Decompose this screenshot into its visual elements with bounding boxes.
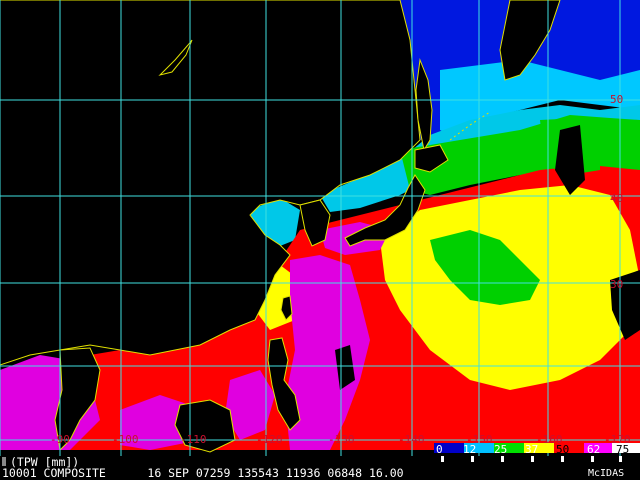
legend-label-37: 37 [525, 443, 539, 456]
image-caption-bar: (TPW [mm]) 10001 COMPOSITE 16 SEP 07259 … [0, 456, 640, 480]
lat-label-30: 30 [610, 278, 624, 291]
caption-marker [2, 457, 6, 466]
legend-label-75: 75 [616, 443, 630, 456]
lon-label-90: -90 [50, 433, 70, 446]
legend-label-50: 50 [556, 443, 570, 456]
legend-tick-62 [591, 456, 594, 462]
lat-label-50: 50 [610, 93, 624, 106]
lon-label-130: -130 [328, 433, 355, 446]
legend-tick-0 [441, 456, 444, 462]
legend-label-25: 25 [494, 443, 508, 456]
legend-tick-12 [471, 456, 474, 462]
lat-label-40: 40 [610, 192, 624, 205]
legend-value-labels: 0 12 25 37 50 62 75 [430, 444, 640, 456]
legend-label-0: 0 [436, 443, 443, 456]
lon-label-140: -140 [398, 433, 425, 446]
tpw-composite-map [0, 0, 640, 456]
satellite-map-view: -90 -100 -110 -120 -130 -140 -150 -160 -… [0, 0, 640, 480]
lon-label-100: -100 [112, 433, 139, 446]
legend-tick-25 [501, 456, 504, 462]
image-info-line: 10001 COMPOSITE 16 SEP 07259 135543 1193… [2, 466, 404, 480]
legend-tick-50 [561, 456, 564, 462]
legend-label-12: 12 [463, 443, 477, 456]
legend-tick-75 [619, 456, 622, 462]
mcidas-credit: McIDAS [588, 468, 625, 479]
lon-label-110: -110 [180, 433, 207, 446]
legend-tick-37 [531, 456, 534, 462]
lon-label-120: -120 [256, 433, 283, 446]
legend-label-62: 62 [587, 443, 601, 456]
